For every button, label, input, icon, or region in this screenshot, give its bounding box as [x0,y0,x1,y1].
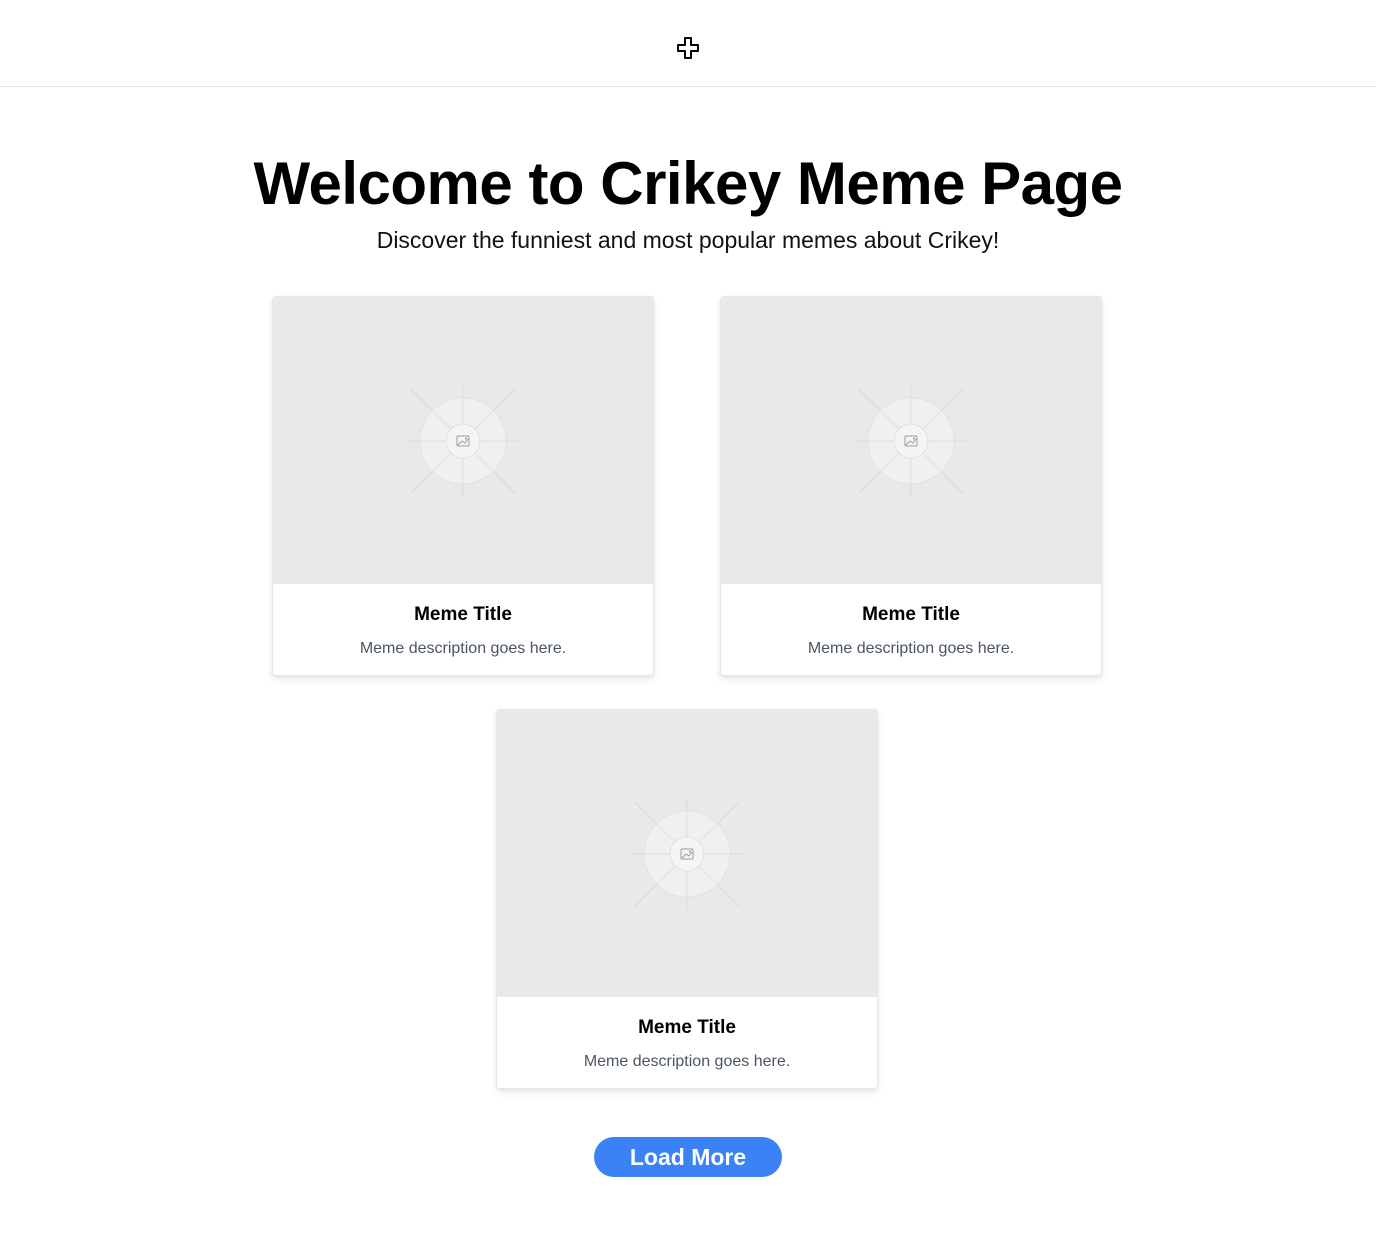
meme-card[interactable]: Meme Title Meme description goes here. [720,296,1102,676]
image-placeholder-icon [855,384,967,497]
load-more-button[interactable]: Load More [594,1137,782,1177]
meme-image-placeholder [497,710,877,997]
meme-image-placeholder [273,297,653,584]
meme-image-placeholder [721,297,1101,584]
top-bar [0,0,1376,87]
meme-title: Meme Title [638,1017,736,1038]
meme-description: Meme description goes here. [807,640,1015,657]
plus-cross-icon[interactable] [676,36,700,60]
image-placeholder-icon [407,384,519,497]
meme-description: Meme description goes here. [359,640,567,657]
meme-title: Meme Title [414,604,512,625]
meme-card[interactable]: Meme Title Meme description goes here. [272,296,654,676]
image-placeholder-icon [631,797,743,910]
page-subtitle: Discover the funniest and most popular m… [376,227,1000,253]
meme-title: Meme Title [862,604,960,625]
meme-card[interactable]: Meme Title Meme description goes here. [496,709,878,1089]
page-title: Welcome to Crikey Meme Page [253,150,1123,217]
meme-description: Meme description goes here. [583,1053,791,1070]
